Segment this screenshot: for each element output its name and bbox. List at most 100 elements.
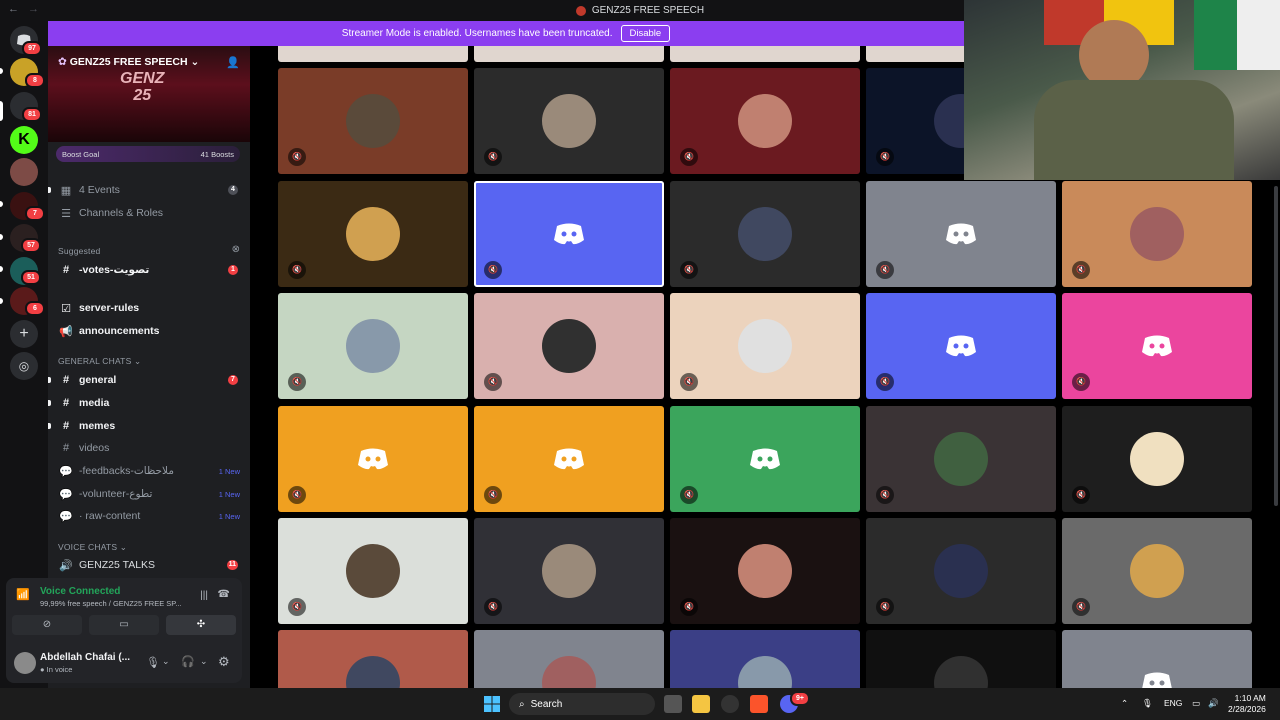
avatar [346,544,400,598]
network-icon[interactable]: ▭ [1192,698,1200,709]
brave-browser-icon[interactable] [750,695,768,713]
add-server-icon[interactable]: + [10,320,38,348]
settings-gear-icon[interactable]: ⚙ [218,654,230,670]
participant-tile[interactable]: 🔇 [474,406,664,512]
microphone-tray-icon[interactable]: 🎙 [1142,698,1153,709]
channel-votes[interactable]: # -votes-تصويت 1 [48,260,250,280]
participant-tile[interactable]: 🔇 [474,518,664,624]
hash-icon: # [62,397,70,409]
invite-icon[interactable]: 👤 [226,56,240,69]
participant-tile[interactable]: 🔇 [278,406,468,512]
camera-off-icon[interactable]: ⊘ [12,615,82,635]
channel-media[interactable]: # media [48,393,250,413]
disconnect-icon[interactable]: ☎ [218,589,230,600]
activities-icon[interactable]: ✣ [166,615,236,635]
megaphone-icon: 📢 [59,325,73,338]
windows-start-icon[interactable] [483,695,501,713]
language-indicator[interactable]: ENG [1164,698,1182,708]
muted-mic-icon: 🔇 [484,598,502,616]
microphone-icon[interactable]: 🎙 [146,656,160,669]
volume-icon[interactable]: 🔊 [1208,698,1219,709]
muted-mic-icon: 🔇 [288,261,306,279]
participant-tile[interactable]: 🔇 [866,406,1056,512]
close-suggested-icon[interactable]: ⊗ [232,244,240,255]
muted-mic-icon: 🔇 [484,486,502,504]
participant-tile[interactable]: 🔇 [474,293,664,399]
noise-suppression-icon[interactable]: ||| [200,590,208,601]
participant-tile[interactable]: 🔇 [866,630,1056,688]
participant-tile[interactable]: 🔇 [670,518,860,624]
participant-tile[interactable]: 🔇 [278,181,468,287]
obs-icon[interactable] [721,695,739,713]
chevron-down-icon[interactable]: ⌄ [162,656,170,667]
screen-share-icon[interactable]: ▭ [89,615,159,635]
signal-icon[interactable]: 📶 [16,588,30,601]
channel-server-rules[interactable]: ☑ server-rules [48,298,250,318]
participant-tile[interactable]: 🔇 [474,181,664,287]
file-explorer-icon[interactable] [692,695,710,713]
list-icon: ☰ [61,207,71,220]
channel-feedbacks[interactable]: 💬 -feedbacks-ملاحظات 1 New [48,461,250,481]
channel-volunteer[interactable]: 💬 -volunteer-تطوع 1 New [48,484,250,504]
participant-tile[interactable]: 🔇 [278,518,468,624]
hash-icon: # [62,374,70,386]
participant-tile[interactable]: 🔇 [474,68,664,174]
channel-raw-content[interactable]: 💬 · raw-content 1 New [48,506,250,526]
channel-announcements[interactable]: 📢 announcements [48,321,250,341]
participant-tile[interactable] [278,46,468,62]
participant-tile[interactable]: 🔇 [670,293,860,399]
events-row[interactable]: ▦ 4 Events 4 [48,180,250,200]
participant-tile[interactable]: 🔇 [474,630,664,688]
participant-tile[interactable]: 🔇 [866,181,1056,287]
disable-button[interactable]: Disable [620,25,671,42]
kick-server-icon[interactable]: K [10,126,38,154]
server-icon-3[interactable] [10,158,38,186]
voice-channel-path[interactable]: 99,99% free speech / GENZ25 FREE SP... [40,599,182,608]
user-panel[interactable]: Abdellah Chafai (... ● In voice 🎙 ⌄ 🎧 ⌄ … [6,648,242,678]
participant-tile[interactable]: 🔇 [670,406,860,512]
participant-tile[interactable]: 🔇 [1062,406,1252,512]
participant-tile[interactable]: 🔇 [278,630,468,688]
participant-tile[interactable]: 🔇 [278,293,468,399]
participant-tile[interactable]: 🔇 [670,630,860,688]
grid-scrollbar[interactable] [1274,186,1278,506]
category-general[interactable]: GENERAL CHATS ⌄ [58,356,141,367]
chevron-down-icon[interactable]: ⌄ [200,656,208,667]
channel-memes[interactable]: # memes [48,416,250,436]
participant-tile[interactable]: 🔇 [670,181,860,287]
chevron-up-icon[interactable]: ⌃ [1121,698,1128,709]
participant-tile[interactable]: 🔇 [278,68,468,174]
participant-tile[interactable]: 🔇 [1062,518,1252,624]
participant-tile[interactable] [474,46,664,62]
participant-tile[interactable] [670,46,860,62]
taskbar-search[interactable]: ⌕ Search [509,693,655,715]
muted-mic-icon: 🔇 [1072,486,1090,504]
back-arrow-icon[interactable]: ← [8,3,19,15]
channels-roles-row[interactable]: ☰ Channels & Roles [48,203,250,223]
server-name[interactable]: ✿ GENZ25 FREE SPEECH ⌄ [58,56,199,68]
category-voice[interactable]: VOICE CHATS ⌄ [58,542,127,553]
server-header[interactable]: ✿ GENZ25 FREE SPEECH ⌄ 👤 GENZ 25 [48,46,250,142]
discover-icon[interactable]: ◎ [10,352,38,380]
channel-videos[interactable]: # videos [48,438,250,458]
participant-tile[interactable]: 🔇 [1062,630,1252,688]
system-clock[interactable]: 1:10 AM 2/28/2026 [1228,693,1266,715]
avatar[interactable] [14,652,36,674]
boost-goal-label: Boost Goal [62,149,100,159]
participant-tile[interactable]: 🔇 [1062,181,1252,287]
participant-tile[interactable]: 🔇 [866,293,1056,399]
channel-general[interactable]: # general 7 [48,370,250,390]
headphones-icon[interactable]: 🎧 [181,655,195,668]
participant-tile[interactable]: 🔇 [866,518,1056,624]
boost-goal-bar[interactable]: Boost Goal 41 Boosts [56,146,240,162]
task-view-icon[interactable] [664,695,682,713]
forward-arrow-icon[interactable]: → [28,3,39,15]
participant-tile[interactable]: 🔇 [1062,293,1252,399]
taskbar: ⌕ Search 9+ ⌃ 🎙 ENG ▭ 🔊 1:10 AM 2/28/202… [0,688,1280,720]
events-count: 4 [228,185,238,195]
voice-status[interactable]: Voice Connected [40,586,120,597]
discord-logo-icon [1141,334,1173,363]
muted-mic-icon: 🔇 [484,373,502,391]
channel-voice-talks[interactable]: 🔊 GENZ25 TALKS 11 [48,555,250,575]
participant-tile[interactable]: 🔇 [670,68,860,174]
